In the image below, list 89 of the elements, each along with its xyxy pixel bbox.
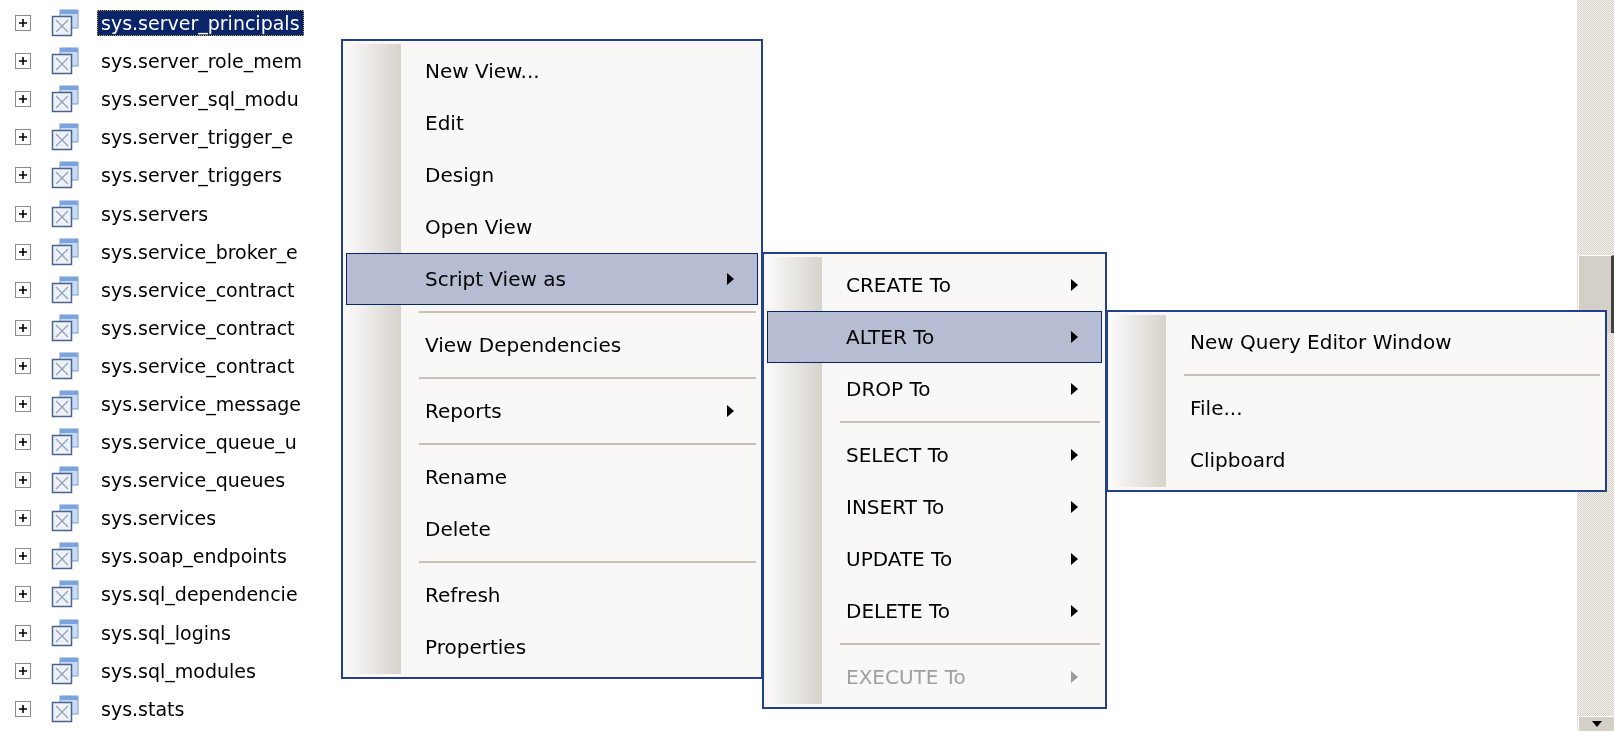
tree-item[interactable]: sys.sql_logins (97, 619, 235, 646)
menu-item[interactable]: INSERT To (767, 481, 1102, 533)
menu-item[interactable]: New View... (346, 45, 758, 97)
view-icon (51, 123, 79, 152)
view-icon (51, 199, 79, 228)
submenu-arrow-icon (1070, 278, 1079, 292)
submenu-arrow-icon (1070, 552, 1079, 566)
tree-item[interactable]: sys.server_principals (97, 10, 304, 37)
expand-icon[interactable] (15, 243, 31, 260)
submenu-arrow-icon (726, 272, 735, 286)
tree-item[interactable]: sys.server_sql_modu (97, 86, 303, 113)
tree-item[interactable]: sys.server_trigger_e (97, 124, 298, 151)
expand-icon[interactable] (15, 167, 31, 184)
menu-item[interactable]: CREATE To (767, 259, 1102, 311)
submenu-arrow-icon (1070, 448, 1079, 462)
view-icon (51, 428, 79, 457)
view-icon (51, 542, 79, 571)
expand-icon[interactable] (15, 205, 31, 222)
tree-item[interactable]: sys.sql_modules (97, 657, 260, 684)
submenu-arrow-icon (1070, 604, 1079, 618)
expand-icon[interactable] (15, 586, 31, 603)
view-icon (51, 47, 79, 76)
expand-icon[interactable] (15, 15, 31, 32)
menu-item[interactable]: Edit (346, 97, 758, 149)
menu-item[interactable]: SELECT To (767, 429, 1102, 481)
view-icon (51, 161, 79, 190)
view-icon (51, 351, 79, 380)
tree-item[interactable]: sys.service_queue_u (97, 429, 301, 456)
menu-item[interactable]: Properties (346, 621, 758, 673)
view-icon (51, 85, 79, 114)
tree-item[interactable]: sys.services (97, 505, 221, 532)
expand-icon[interactable] (15, 281, 31, 298)
expand-icon[interactable] (15, 91, 31, 108)
menu-item[interactable]: Design (346, 149, 758, 201)
menu-item[interactable]: ALTER To (767, 311, 1102, 363)
tree-item[interactable]: sys.service_contract (97, 352, 299, 379)
submenu-arrow-icon (1070, 670, 1079, 684)
menu-item[interactable]: Refresh (346, 569, 758, 621)
submenu-arrow-icon (1070, 330, 1079, 344)
tree-item[interactable]: sys.server_triggers (97, 162, 286, 189)
tree-item[interactable]: sys.service_broker_e (97, 238, 302, 265)
tree-item[interactable]: sys.server_role_mem (97, 48, 306, 75)
menu-item[interactable]: Rename (346, 451, 758, 503)
submenu-arrow-icon (726, 404, 735, 418)
view-icon (51, 618, 79, 647)
down-arrow-icon (1590, 720, 1603, 728)
menu-item[interactable]: Clipboard (1111, 434, 1602, 486)
view-icon (51, 466, 79, 495)
menu-item[interactable]: New Query Editor Window (1111, 316, 1602, 368)
view-icon (51, 694, 79, 723)
expand-icon[interactable] (15, 53, 31, 70)
expand-icon[interactable] (15, 624, 31, 641)
expand-icon[interactable] (15, 662, 31, 679)
menu-item[interactable]: File... (1111, 382, 1602, 434)
view-icon (51, 504, 79, 533)
menu-item[interactable]: DELETE To (767, 585, 1102, 637)
submenu-arrow-icon (1070, 500, 1079, 514)
menu-item[interactable]: Reports (346, 385, 758, 437)
view-icon (51, 237, 79, 266)
menu-item[interactable]: View Dependencies (346, 319, 758, 371)
expand-icon[interactable] (15, 396, 31, 412)
view-icon (51, 390, 79, 418)
tree-item[interactable]: sys.service_message (97, 391, 306, 417)
expand-icon[interactable] (15, 510, 31, 527)
submenu-arrow-icon (1070, 382, 1079, 396)
menu-item[interactable]: DROP To (767, 363, 1102, 415)
expand-icon[interactable] (15, 129, 31, 146)
tree-item[interactable]: sys.stats (97, 695, 189, 722)
view-icon (51, 9, 79, 38)
tree-item[interactable]: sys.service_contract (97, 314, 299, 341)
expand-icon[interactable] (15, 357, 31, 374)
expand-icon[interactable] (15, 700, 31, 717)
menu-item[interactable]: Delete (346, 503, 758, 555)
expand-icon[interactable] (15, 472, 31, 489)
menu-item[interactable]: UPDATE To (767, 533, 1102, 585)
expand-icon[interactable] (15, 434, 31, 451)
view-icon (51, 313, 79, 342)
expand-icon[interactable] (15, 319, 31, 336)
view-icon (51, 580, 79, 609)
view-icon (51, 275, 79, 304)
tree-item[interactable]: sys.servers (97, 200, 213, 227)
tree-item[interactable]: sys.service_queues (97, 467, 290, 494)
tree-item[interactable]: sys.soap_endpoints (97, 543, 291, 570)
expand-icon[interactable] (15, 548, 31, 565)
menu-item[interactable]: Open View (346, 201, 758, 253)
menu-item[interactable]: Script View as (346, 253, 758, 305)
tree-item[interactable]: sys.sql_dependencie (97, 581, 302, 608)
view-icon (51, 656, 79, 685)
tree-item[interactable]: sys.service_contract (97, 276, 299, 303)
